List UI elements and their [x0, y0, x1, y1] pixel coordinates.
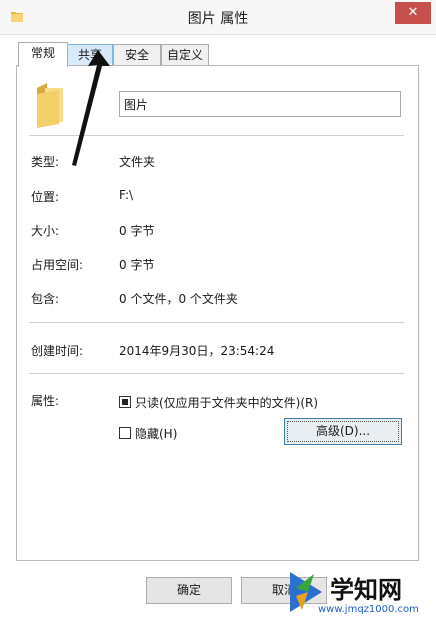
contains-value: 0 个文件，0 个文件夹	[119, 292, 238, 306]
hidden-checkbox-label[interactable]: 隐藏(H)	[135, 425, 177, 442]
ok-button-label: 确定	[176, 583, 201, 597]
tab-label: 常规	[30, 46, 55, 60]
contains-label: 包含:	[31, 292, 60, 306]
tab-general[interactable]: 常规	[18, 42, 68, 67]
window-title: 图片 属性	[187, 11, 249, 27]
type-label: 类型:	[31, 155, 60, 169]
large-folder-icon	[37, 83, 63, 128]
hidden-checkbox[interactable]	[119, 427, 131, 439]
tab-security[interactable]: 安全	[113, 44, 161, 65]
location-value: F:\	[119, 188, 134, 202]
divider	[29, 373, 404, 374]
disk-size-value: 0 字节	[119, 258, 155, 272]
close-icon: ✕	[407, 5, 419, 20]
location-label: 位置:	[31, 190, 60, 204]
size-value: 0 字节	[119, 224, 155, 238]
close-button[interactable]: ✕	[395, 2, 431, 24]
divider	[29, 322, 404, 323]
advanced-button[interactable]: 高级(D)...	[284, 418, 402, 445]
tab-customize[interactable]: 自定义	[161, 44, 209, 65]
watermark: 学知网 www.jmqz1000.com	[282, 560, 436, 625]
ok-button[interactable]: 确定	[146, 577, 232, 604]
title-bar: 图片 属性 ✕	[0, 0, 436, 35]
folder-name-input[interactable]	[119, 91, 401, 117]
tab-label: 安全	[124, 48, 149, 62]
readonly-checkbox-label[interactable]: 只读(仅应用于文件夹中的文件)(R)	[135, 394, 318, 411]
focus-outline	[287, 421, 399, 442]
readonly-checkbox[interactable]	[119, 396, 131, 408]
tab-label: 自定义	[166, 48, 203, 62]
created-label: 创建时间:	[31, 344, 84, 358]
attributes-label: 属性:	[31, 394, 60, 408]
annotation-arrow-icon	[72, 50, 110, 166]
watermark-url: www.jmqz1000.com	[318, 604, 419, 615]
disk-size-label: 占用空间:	[31, 258, 84, 272]
watermark-text: 学知网	[330, 575, 402, 604]
created-value: 2014年9月30日，23:54:24	[119, 344, 275, 358]
type-value: 文件夹	[119, 155, 156, 169]
size-label: 大小:	[31, 224, 60, 238]
